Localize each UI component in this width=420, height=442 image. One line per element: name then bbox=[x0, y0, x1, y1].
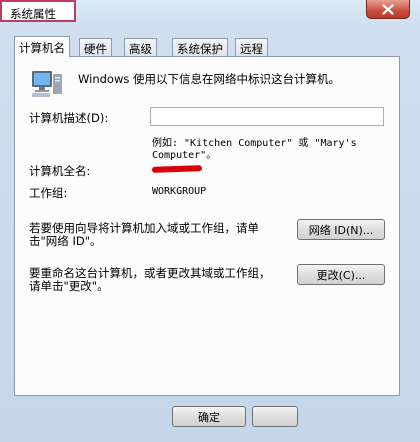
tab-advanced[interactable]: 高级 bbox=[124, 38, 157, 56]
close-button[interactable] bbox=[366, 0, 410, 19]
window-title: 系统属性 bbox=[10, 7, 56, 21]
intro-text: Windows 使用以下信息在网络中标识这台计算机。 bbox=[78, 72, 340, 86]
tab-system-protection[interactable]: 系统保护 bbox=[172, 38, 228, 56]
change-button[interactable]: 更改(C)... bbox=[297, 264, 385, 285]
title-highlight-box: 系统属性 bbox=[0, 0, 76, 22]
tab-remote[interactable]: 远程 bbox=[235, 38, 268, 56]
network-id-text-line2: 击"网络 ID"。 bbox=[29, 234, 102, 248]
full-name-label: 计算机全名: bbox=[29, 164, 91, 178]
tab-computer-name[interactable]: 计算机名 bbox=[14, 36, 70, 57]
ok-button[interactable]: 确定 bbox=[172, 406, 246, 427]
network-id-button[interactable]: 网络 ID(N)... bbox=[297, 219, 385, 240]
tab-hardware[interactable]: 硬件 bbox=[79, 38, 112, 56]
rename-text-line2: 请单击"更改"。 bbox=[29, 279, 109, 293]
computer-description-input[interactable] bbox=[150, 107, 384, 126]
description-label: 计算机描述(D): bbox=[29, 111, 109, 125]
system-properties-window: 系统属性 计算机名 硬件 高级 系统保护 远程 Windows 使用以下信息在网… bbox=[0, 0, 420, 442]
cancel-button-partial[interactable] bbox=[252, 406, 298, 427]
workgroup-value: WORKGROUP bbox=[152, 186, 207, 197]
workgroup-label: 工作组: bbox=[29, 186, 68, 200]
computer-icon bbox=[32, 71, 62, 97]
example-text-line2: Computer"。 bbox=[152, 150, 217, 161]
close-icon bbox=[382, 3, 394, 15]
